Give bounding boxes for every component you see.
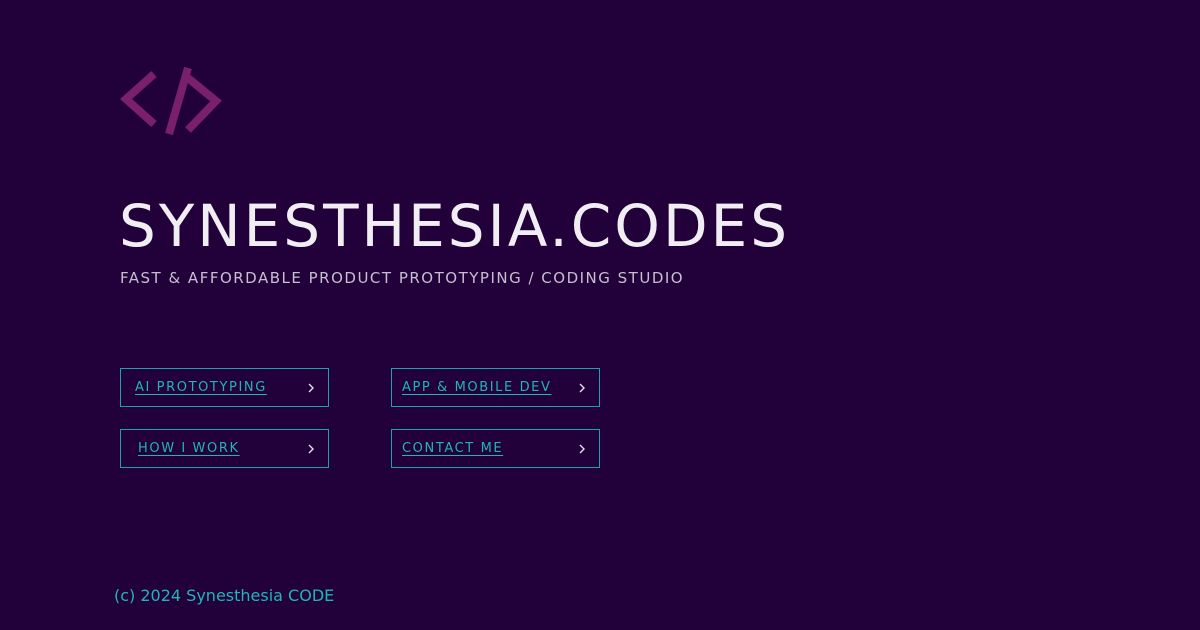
how-i-work-button[interactable]: HOW I WORK [120,429,329,468]
chevron-right-icon [308,444,314,454]
footer-copyright: (c) 2024 Synesthesia CODE [114,586,335,605]
ai-prototyping-label: AI PROTOTYPING [135,380,267,395]
chevron-right-icon [579,383,585,393]
contact-me-label: CONTACT ME [402,441,504,456]
app-mobile-dev-button[interactable]: APP & MOBILE DEV [391,368,600,407]
ai-prototyping-button[interactable]: AI PROTOTYPING [120,368,329,407]
chevron-right-icon [579,444,585,454]
site-tagline: FAST & AFFORDABLE PRODUCT PROTOTYPING / … [120,269,685,287]
app-mobile-dev-label: APP & MOBILE DEV [402,380,552,395]
contact-me-button[interactable]: CONTACT ME [391,429,600,468]
site-title: SYNESTHESIA.CODES [119,192,791,260]
code-brackets-icon [119,66,226,136]
chevron-right-icon [308,383,314,393]
how-i-work-label: HOW I WORK [138,441,240,456]
